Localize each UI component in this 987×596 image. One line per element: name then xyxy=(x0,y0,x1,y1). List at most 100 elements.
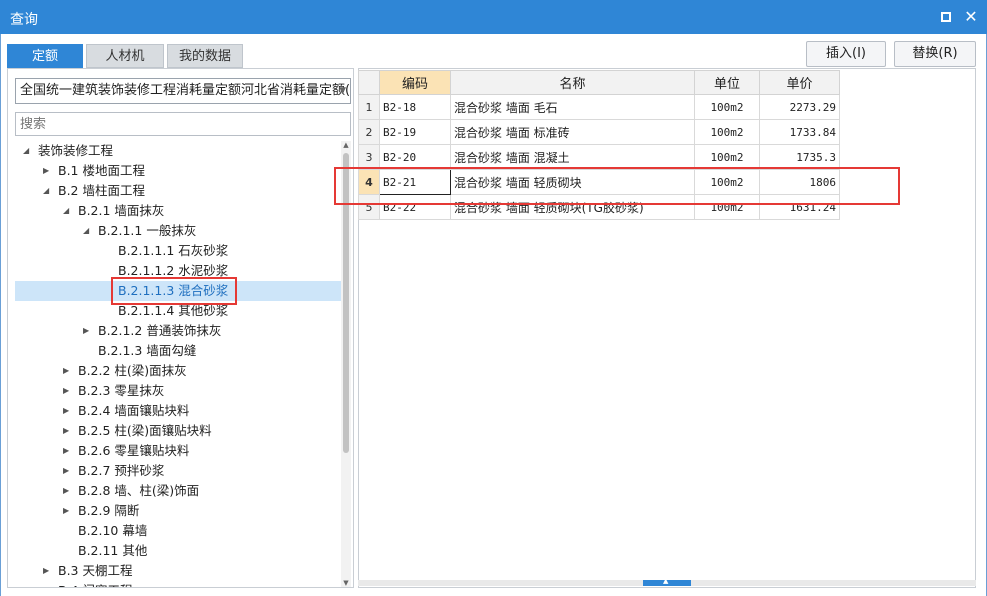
tree-node-label: B.2.8 墙、柱(梁)饰面 xyxy=(78,483,200,498)
tab-quota[interactable]: 定额 xyxy=(7,44,83,68)
unit-cell[interactable]: 100m2 xyxy=(694,144,760,170)
collapse-arrow-icon[interactable]: ▶ xyxy=(63,401,73,421)
tree-node[interactable]: ◢ B.2 墙柱面工程 xyxy=(15,181,341,201)
window-title: 查询 xyxy=(10,12,38,28)
collapse-arrow-icon[interactable]: ▶ xyxy=(63,461,73,481)
tree-node[interactable]: ▶ B.2.9 隔断 xyxy=(15,501,341,521)
name-cell[interactable]: 混合砂浆 墙面 混凝土 xyxy=(450,144,695,170)
table-scrollbar[interactable]: ▲ xyxy=(358,577,976,586)
tree-node-label: B.2.7 预拌砂浆 xyxy=(78,463,165,478)
code-cell[interactable]: B2-19 xyxy=(379,119,451,145)
tree-node[interactable]: B.2.1.3 墙面勾缝 xyxy=(15,341,341,361)
table-row[interactable]: 3 B2-20 混合砂浆 墙面 混凝土 100m2 1735.3 xyxy=(358,144,840,170)
tree-node[interactable]: ◢ B.2.1 墙面抹灰 xyxy=(15,201,341,221)
chevron-down-icon: ▼ xyxy=(339,86,346,96)
expand-arrow-icon[interactable]: ◢ xyxy=(83,221,93,241)
expand-arrow-icon[interactable]: ◢ xyxy=(63,201,73,221)
name-cell[interactable]: 混合砂浆 墙面 标准砖 xyxy=(450,119,695,145)
price-cell[interactable]: 1735.3 xyxy=(759,144,840,170)
tree-highlight-box xyxy=(111,277,237,305)
insert-button[interactable]: 插入(I) xyxy=(806,41,886,67)
collapse-arrow-icon[interactable]: ▶ xyxy=(63,501,73,521)
row-number[interactable]: 2 xyxy=(358,119,380,145)
column-header-code[interactable]: 编码 xyxy=(379,70,451,95)
tree-node-label: B.2.11 其他 xyxy=(78,543,148,558)
collapse-arrow-icon[interactable]: ▶ xyxy=(43,561,53,581)
code-cell[interactable]: B2-20 xyxy=(379,144,451,170)
tree-node[interactable]: ▶ B.2.7 预拌砂浆 xyxy=(15,461,341,481)
tree-node[interactable]: ▶ B.2.4 墙面镶贴块料 xyxy=(15,401,341,421)
tree-node[interactable]: ▶ B.3 天棚工程 xyxy=(15,561,341,581)
table-row[interactable]: 1 B2-18 混合砂浆 墙面 毛石 100m2 2273.29 xyxy=(358,94,840,120)
table-row[interactable]: 2 B2-19 混合砂浆 墙面 标准砖 100m2 1733.84 xyxy=(358,119,840,145)
tree-node-label: B.1 楼地面工程 xyxy=(58,163,145,178)
row-number[interactable]: 1 xyxy=(358,94,380,120)
scroll-down-icon[interactable]: ▼ xyxy=(341,579,351,587)
tree-node-label: B.4 门窗工程 xyxy=(58,581,132,587)
close-icon[interactable]: ✕ xyxy=(962,8,980,26)
quota-library-select[interactable]: 全国统一建筑装饰装修工程消耗量定额河北省消耗量定额(20 ▼ xyxy=(15,78,351,104)
tree-node-label: B.2.1.3 墙面勾缝 xyxy=(98,343,197,358)
price-cell[interactable]: 2273.29 xyxy=(759,94,840,120)
tree-node-label: B.2.4 墙面镶贴块料 xyxy=(78,403,190,418)
splitter-handle[interactable]: ▲ xyxy=(643,577,691,586)
column-header-name[interactable]: 名称 xyxy=(450,70,695,95)
column-header-unit[interactable]: 单位 xyxy=(694,70,760,95)
row-number[interactable]: 3 xyxy=(358,144,380,170)
tab-my-data[interactable]: 我的数据 xyxy=(167,44,243,68)
expand-arrow-icon[interactable]: ◢ xyxy=(43,181,53,201)
collapse-arrow-icon[interactable]: ▶ xyxy=(63,481,73,501)
chevron-up-icon: ▲ xyxy=(663,577,669,585)
quota-tree: ◢ 装饰装修工程 ▶ B.1 楼地面工程 ◢ B.2 墙柱面工程 ◢ B.2.1 墙面抹灰 ◢ B… xyxy=(15,141,341,587)
tree-node-label: B.2.3 零星抹灰 xyxy=(78,383,165,398)
tree-node-label: B.2.1.1.1 石灰砂浆 xyxy=(118,243,229,258)
title-bar: 查询 ✕ xyxy=(0,0,987,34)
collapse-arrow-icon[interactable]: ▶ xyxy=(83,321,93,341)
tree-node[interactable]: ◢ B.2.1.1 一般抹灰 xyxy=(15,221,341,241)
tree-node[interactable]: ▶ B.2.8 墙、柱(梁)饰面 xyxy=(15,481,341,501)
tree-node-label: B.2.1 墙面抹灰 xyxy=(78,203,165,218)
tree-node-label: B.2.10 幕墙 xyxy=(78,523,148,538)
tree-node-label: B.2.2 柱(梁)面抹灰 xyxy=(78,363,187,378)
replace-button[interactable]: 替换(R) xyxy=(894,41,976,67)
collapse-arrow-icon[interactable]: ▶ xyxy=(43,161,53,181)
tree-node[interactable]: B.2.10 幕墙 xyxy=(15,521,341,541)
tree-node[interactable]: ▶ B.2.6 零星镶贴块料 xyxy=(15,441,341,461)
unit-cell[interactable]: 100m2 xyxy=(694,119,760,145)
table-header: 编码 名称 单位 单价 xyxy=(358,70,840,95)
quota-library-value: 全国统一建筑装饰装修工程消耗量定额河北省消耗量定额(20 xyxy=(20,83,351,98)
code-cell[interactable]: B2-18 xyxy=(379,94,451,120)
collapse-arrow-icon[interactable]: ▶ xyxy=(63,421,73,441)
search-input[interactable] xyxy=(15,112,351,136)
tree-node[interactable]: ▶ B.2.1.2 普通装饰抹灰 xyxy=(15,321,341,341)
tree-node-label: B.2 墙柱面工程 xyxy=(58,183,145,198)
tree-node-label: B.2.1.2 普通装饰抹灰 xyxy=(98,323,222,338)
unit-cell[interactable]: 100m2 xyxy=(694,94,760,120)
tree-node[interactable]: ▶ B.4 门窗工程 xyxy=(15,581,341,587)
collapse-arrow-icon[interactable]: ▶ xyxy=(63,361,73,381)
tree-node-label: B.2.5 柱(梁)面镶贴块料 xyxy=(78,423,212,438)
tree-node[interactable]: B.2.11 其他 xyxy=(15,541,341,561)
collapse-arrow-icon[interactable]: ▶ xyxy=(63,381,73,401)
tree-node-label: B.3 天棚工程 xyxy=(58,563,133,578)
column-header-price[interactable]: 单价 xyxy=(759,70,840,95)
tree-node[interactable]: ▶ B.1 楼地面工程 xyxy=(15,161,341,181)
tree-node-label: B.2.9 隔断 xyxy=(78,503,140,518)
name-cell[interactable]: 混合砂浆 墙面 毛石 xyxy=(450,94,695,120)
tree-node[interactable]: B.2.1.1.1 石灰砂浆 xyxy=(15,241,341,261)
scroll-up-icon[interactable]: ▲ xyxy=(341,141,351,149)
row-number-header xyxy=(358,70,380,95)
tree-node[interactable]: ▶ B.2.2 柱(梁)面抹灰 xyxy=(15,361,341,381)
tree-node[interactable]: ▶ B.2.3 零星抹灰 xyxy=(15,381,341,401)
tree-node-label: B.2.1.1 一般抹灰 xyxy=(98,223,197,238)
tree-scrollbar[interactable]: ▲ ▼ xyxy=(341,141,351,587)
expand-arrow-icon[interactable]: ◢ xyxy=(23,141,33,161)
tree-node[interactable]: ◢ 装饰装修工程 xyxy=(15,141,341,161)
tab-labor-material-machine[interactable]: 人材机 xyxy=(86,44,164,68)
maximize-icon[interactable] xyxy=(937,8,955,26)
tree-node-label: B.2.6 零星镶贴块料 xyxy=(78,443,190,458)
tree-node[interactable]: ▶ B.2.5 柱(梁)面镶贴块料 xyxy=(15,421,341,441)
collapse-arrow-icon[interactable]: ▶ xyxy=(63,441,73,461)
price-cell[interactable]: 1733.84 xyxy=(759,119,840,145)
collapse-arrow-icon[interactable]: ▶ xyxy=(43,581,53,587)
